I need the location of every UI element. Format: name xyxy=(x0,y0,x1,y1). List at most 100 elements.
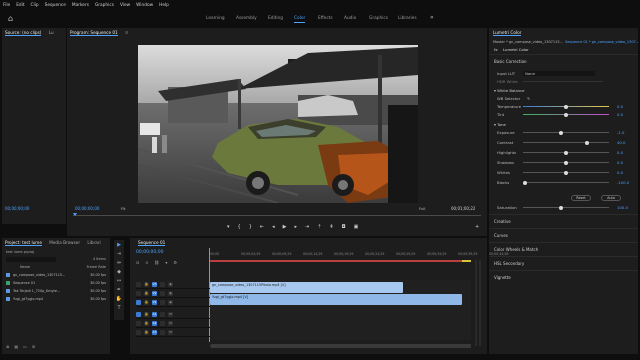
eye-icon[interactable]: ◉ xyxy=(168,299,173,305)
workspaces-menu-icon[interactable]: » xyxy=(430,14,434,21)
column-name-header[interactable]: Name xyxy=(6,265,30,269)
workspace-tab-effects[interactable]: Effects xyxy=(318,16,333,21)
step-forward-icon[interactable]: ▸ xyxy=(294,224,297,230)
sync-lock-icon[interactable] xyxy=(160,290,165,296)
tint-slider[interactable] xyxy=(523,112,609,117)
timeline-scrollbar-thumb[interactable] xyxy=(210,344,480,348)
track-header-v2[interactable]: 🔒 V2 ◉ xyxy=(136,289,210,298)
track-select-tool-icon[interactable]: ⇥ xyxy=(116,251,123,258)
razor-tool-icon[interactable]: ◆ xyxy=(116,269,123,276)
temperature-slider[interactable] xyxy=(523,104,609,109)
track-target-icon[interactable]: V2 xyxy=(152,290,157,296)
timeline-scrollbar[interactable] xyxy=(210,344,485,348)
hand-tool-icon[interactable]: ✋ xyxy=(116,296,123,303)
add-marker-icon[interactable]: ▾ xyxy=(165,260,167,265)
saturation-value[interactable]: 100.0 xyxy=(617,205,628,210)
contrast-value[interactable]: 40.0 xyxy=(617,140,625,145)
mute-icon[interactable]: M xyxy=(168,329,173,335)
lock-icon[interactable]: 🔒 xyxy=(144,290,149,296)
shadows-knob[interactable] xyxy=(564,160,568,165)
source-patch-icon[interactable] xyxy=(136,329,141,335)
source-patch-icon[interactable] xyxy=(136,320,141,326)
contrast-slider[interactable] xyxy=(523,140,609,145)
clip-v1[interactable]: Yugi_gt7ygjo.mp4 [V] xyxy=(210,294,462,305)
input-lut-dropdown[interactable]: None xyxy=(523,71,595,76)
section-color-wheels-match[interactable]: Color Wheels & Match xyxy=(489,242,638,256)
source-timecode[interactable]: 00;00;00;00 xyxy=(5,206,29,211)
tab-project[interactable]: Project: test lume xyxy=(5,240,42,246)
fx-toggle-icon[interactable]: fx xyxy=(494,47,498,52)
list-view-icon[interactable]: ≣ xyxy=(6,344,9,349)
fit-dropdown[interactable]: Fit xyxy=(121,206,125,211)
out-icon[interactable]: } xyxy=(249,224,252,230)
master-clip-label[interactable]: Master * gn_compose_video_1307115... xyxy=(493,40,563,44)
menu-clip[interactable]: Clip xyxy=(31,3,39,8)
workspace-tab-editing[interactable]: Editing xyxy=(268,16,283,21)
source-patch-icon[interactable] xyxy=(136,299,141,305)
saturation-slider[interactable] xyxy=(523,205,609,210)
section-basic-correction[interactable]: Basic Correction xyxy=(489,54,638,68)
icon-view-icon[interactable]: ▦ xyxy=(14,344,18,349)
auto-button[interactable]: Auto xyxy=(601,195,621,201)
tint-value[interactable]: 0.0 xyxy=(617,112,623,117)
tone-header[interactable]: ▾ Tone xyxy=(494,122,506,127)
exposure-knob[interactable] xyxy=(559,130,563,135)
saturation-knob[interactable] xyxy=(559,205,563,210)
sync-lock-icon[interactable] xyxy=(160,320,165,326)
exposure-slider[interactable] xyxy=(523,130,609,135)
column-rate-header[interactable]: Frame Rate xyxy=(87,265,106,269)
clip-v2[interactable]: gn_compose_video_1307115Pikolo.mp4 [V] xyxy=(210,282,403,293)
timeline-settings-icon[interactable]: ⚙ xyxy=(173,260,177,265)
source-patch-icon[interactable] xyxy=(136,281,141,287)
mute-icon[interactable]: M xyxy=(168,311,173,317)
menu-file[interactable]: File xyxy=(3,3,10,8)
sync-lock-icon[interactable] xyxy=(160,329,165,335)
sequence-clip-label[interactable]: Sequence 01 * gn_compose_video_1307... xyxy=(565,40,639,44)
lock-icon[interactable]: 🔒 xyxy=(144,299,149,305)
extract-icon[interactable]: ⇞ xyxy=(329,224,333,230)
whites-slider[interactable] xyxy=(523,170,609,175)
lock-icon[interactable]: 🔒 xyxy=(144,329,149,335)
quality-dropdown[interactable]: Full xyxy=(419,206,426,211)
highlights-knob[interactable] xyxy=(564,150,568,155)
source-patch-icon[interactable] xyxy=(136,311,141,317)
tab-lumetri-color[interactable]: Lumetri Color xyxy=(493,30,522,36)
blacks-knob[interactable] xyxy=(523,180,527,185)
eye-icon[interactable]: ◉ xyxy=(168,281,173,287)
panel-menu-icon[interactable]: ≡ xyxy=(125,30,129,35)
tint-knob[interactable] xyxy=(564,112,568,117)
step-back-icon[interactable]: ◂ xyxy=(272,224,275,230)
menu-sequence[interactable]: Sequence xyxy=(45,3,66,8)
section-creative[interactable]: Creative xyxy=(489,214,638,228)
section-hsl-secondary[interactable]: HSL Secondary xyxy=(489,256,638,270)
tab-lumetri-scopes[interactable]: Lu xyxy=(49,30,54,35)
workspace-tab-audio[interactable]: Audio xyxy=(344,16,356,21)
project-item[interactable]: Yugi_gt7ygjo.mp4 30.00 fps xyxy=(6,295,106,303)
tab-sequence[interactable]: Sequence 01 xyxy=(138,240,166,246)
white-balance-header[interactable]: ▾ White Balance xyxy=(494,88,525,93)
workspace-tab-assembly[interactable]: Assembly xyxy=(236,16,257,21)
ripple-edit-tool-icon[interactable]: ⇹ xyxy=(116,260,123,267)
blacks-slider[interactable] xyxy=(523,180,609,185)
track-target-icon[interactable]: A3 xyxy=(152,329,157,335)
in-icon[interactable]: { xyxy=(238,224,241,230)
project-search-input[interactable] xyxy=(6,257,56,262)
workspace-tab-libraries[interactable]: Libraries xyxy=(398,16,417,21)
project-item[interactable]: Tak Terjadi 1_720p_Kmyte... 30.00 fps xyxy=(6,287,106,295)
mute-icon[interactable]: M xyxy=(168,320,173,326)
eye-icon[interactable]: ◉ xyxy=(168,290,173,296)
slip-tool-icon[interactable]: ↔ xyxy=(116,278,123,285)
lock-icon[interactable]: 🔒 xyxy=(144,311,149,317)
track-header-a2[interactable]: 🔒 A2 M xyxy=(136,319,210,328)
linked-selection-icon[interactable]: ⛓ xyxy=(154,260,159,265)
track-target-icon[interactable]: V3 xyxy=(152,281,157,287)
workspace-tab-graphics[interactable]: Graphics xyxy=(369,16,388,21)
menu-view[interactable]: View xyxy=(120,3,130,8)
exposure-value[interactable]: -1.0 xyxy=(617,130,624,135)
lock-icon[interactable]: 🔒 xyxy=(144,281,149,287)
eyedropper-icon[interactable]: ✎ xyxy=(527,96,530,101)
new-bin-icon[interactable]: ▭ xyxy=(23,344,27,349)
section-vignette[interactable]: Vignette xyxy=(489,270,638,284)
highlights-value[interactable]: 0.0 xyxy=(617,150,623,155)
export-frame-icon[interactable]: ◘ xyxy=(342,224,346,230)
